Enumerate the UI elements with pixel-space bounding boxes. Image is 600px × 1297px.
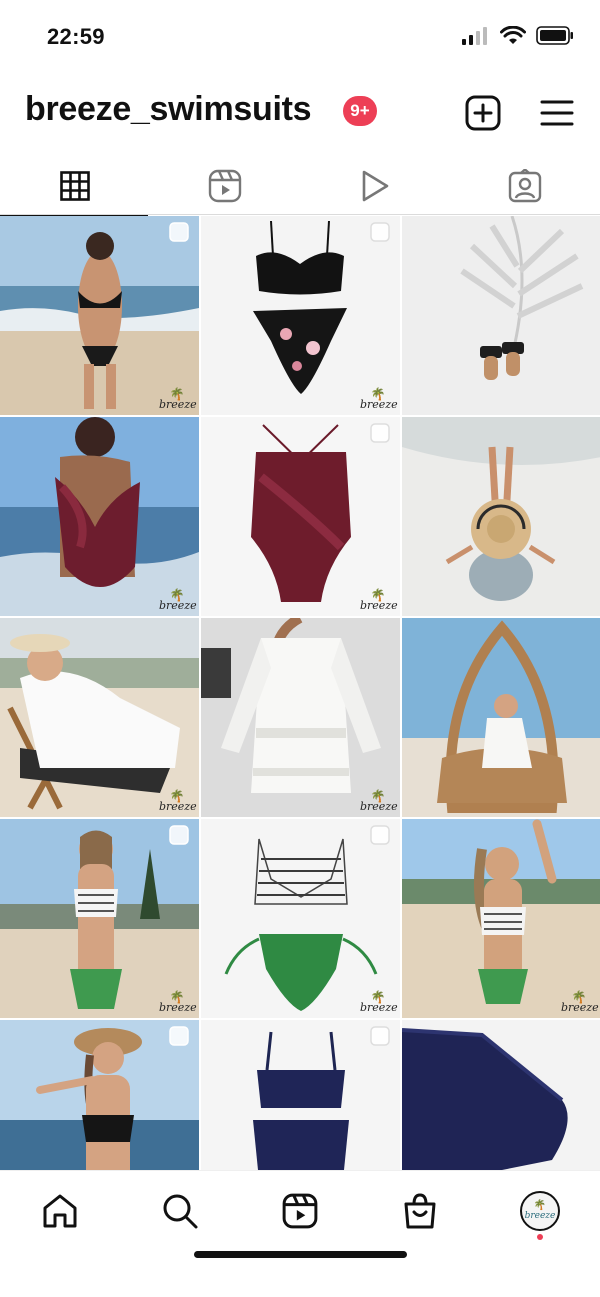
post-woman-white-coverup-chair[interactable]: 🌴 breeze — [0, 618, 199, 817]
post-photo — [201, 216, 400, 415]
brand-watermark: 🌴 breeze — [159, 387, 197, 411]
notification-badge[interactable]: 9+ — [343, 96, 377, 126]
menu-button[interactable] — [537, 93, 577, 133]
multi-image-icon — [370, 423, 390, 443]
post-woman-rattan-chair[interactable] — [402, 618, 600, 817]
brand-watermark: 🌴 breeze — [561, 990, 599, 1014]
post-photo — [0, 618, 199, 817]
post-woman-black-bikini-beach[interactable]: 🌴 breeze — [0, 216, 199, 415]
hamburger-menu-icon — [540, 100, 574, 126]
post-photo — [402, 417, 600, 616]
post-photo — [402, 1020, 600, 1170]
multi-image-icon — [169, 222, 189, 242]
posts-grid: 🌴 breeze 🌴 breeze 🌴 breeze 🌴 breeze 🌴 br… — [0, 216, 600, 1170]
reels-icon — [282, 1193, 318, 1229]
post-photo — [402, 819, 600, 1018]
post-woman-burgundy-one-piece[interactable]: 🌴 breeze — [0, 417, 199, 616]
profile-username[interactable]: breeze_swimsuits — [25, 90, 312, 129]
brand-watermark: 🌴 breeze — [159, 588, 197, 612]
post-photo — [402, 618, 600, 817]
tab-posts-grid[interactable] — [0, 156, 150, 217]
wifi-icon — [500, 26, 526, 44]
post-photo — [0, 819, 199, 1018]
avatar-text: breeze — [524, 1211, 556, 1221]
post-woman-striped-green-bikini-beach[interactable]: 🌴 breeze — [402, 819, 600, 1018]
post-photo — [402, 216, 600, 415]
post-photo — [0, 417, 199, 616]
profile-header: breeze_swimsuits 9+ — [0, 76, 600, 156]
post-woman-striped-green-bikini[interactable]: 🌴 breeze — [0, 819, 199, 1018]
tabs-divider — [0, 214, 600, 215]
post-sandals-palm-shadow[interactable] — [402, 216, 600, 415]
shopping-bag-icon — [404, 1193, 436, 1229]
multi-image-icon — [169, 825, 189, 845]
tab-reels[interactable] — [150, 156, 300, 216]
nav-home[interactable] — [38, 1189, 82, 1233]
status-icons — [462, 26, 574, 45]
post-photo — [201, 819, 400, 1018]
profile-notification-dot — [537, 1234, 543, 1240]
tab-tagged[interactable] — [450, 156, 600, 216]
post-photo — [0, 216, 199, 415]
status-bar: 22:59 — [0, 0, 600, 76]
post-striped-green-bikini-flatlay[interactable]: 🌴 breeze — [201, 819, 400, 1018]
post-photo — [201, 417, 400, 616]
brand-watermark: 🌴 breeze — [360, 789, 398, 813]
tab-videos[interactable] — [300, 156, 450, 216]
post-navy-bikini-flatlay[interactable] — [201, 1020, 400, 1170]
profile-tabs — [0, 156, 600, 217]
brand-watermark: 🌴 breeze — [360, 990, 398, 1014]
reels-icon — [208, 169, 242, 203]
post-navy-fabric-closeup[interactable] — [402, 1020, 600, 1170]
nav-profile[interactable]: 🌴 breeze — [518, 1189, 562, 1233]
brand-watermark: 🌴 breeze — [159, 990, 197, 1014]
brand-watermark: 🌴 breeze — [360, 588, 398, 612]
bottom-navigation: 🌴 breeze — [0, 1170, 600, 1297]
post-woman-straw-hat-black-bikini[interactable] — [0, 1020, 199, 1170]
status-time: 22:59 — [47, 24, 105, 49]
multi-image-icon — [370, 1026, 390, 1046]
search-icon — [163, 1194, 198, 1229]
tagged-person-icon — [508, 169, 542, 203]
post-photo — [201, 618, 400, 817]
battery-icon — [536, 26, 573, 45]
multi-image-icon — [370, 222, 390, 242]
post-burgundy-one-piece-flatlay[interactable]: 🌴 breeze — [201, 417, 400, 616]
grid-icon — [60, 171, 90, 201]
nav-shop[interactable] — [398, 1189, 442, 1233]
create-post-button[interactable] — [463, 93, 503, 133]
post-woman-sun-hat-sand[interactable] — [402, 417, 600, 616]
brand-watermark: 🌴 breeze — [360, 387, 398, 411]
nav-reels[interactable] — [278, 1189, 322, 1233]
post-white-coverup-dress[interactable]: 🌴 breeze — [201, 618, 400, 817]
brand-watermark: 🌴 breeze — [159, 789, 197, 813]
multi-image-icon — [370, 825, 390, 845]
home-indicator[interactable] — [194, 1251, 407, 1258]
plus-square-icon — [465, 95, 501, 131]
profile-avatar-icon: 🌴 breeze — [520, 1191, 560, 1231]
home-icon — [43, 1194, 77, 1228]
post-black-bikini-flatlay[interactable]: 🌴 breeze — [201, 216, 400, 415]
cellular-signal-icon — [462, 26, 487, 45]
play-icon — [362, 170, 389, 202]
multi-image-icon — [169, 1026, 189, 1046]
nav-search[interactable] — [158, 1189, 202, 1233]
